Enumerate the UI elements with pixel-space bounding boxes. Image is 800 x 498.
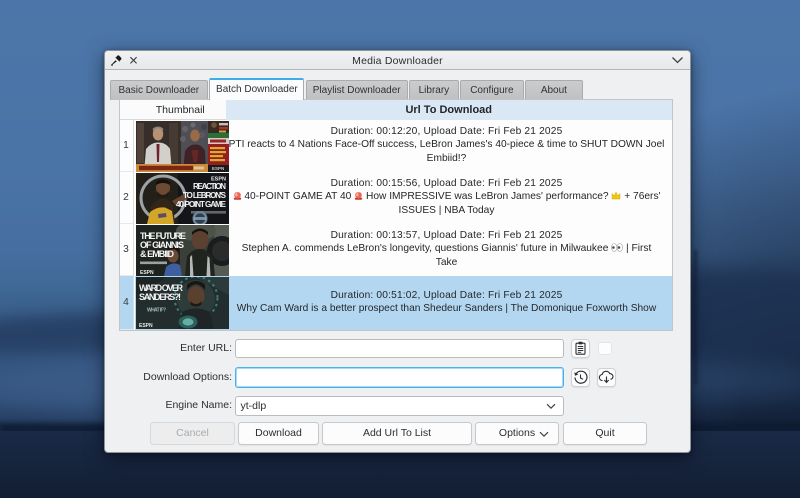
svg-text:REACTION: REACTION	[193, 182, 226, 191]
svg-text:ESPN: ESPN	[140, 270, 154, 276]
svg-text:40-POINT GAME: 40-POINT GAME	[176, 200, 227, 209]
svg-text:WHAT IF?: WHAT IF?	[147, 307, 166, 313]
svg-text:TO LEBRON'S: TO LEBRON'S	[183, 191, 227, 200]
svg-text:ESPN: ESPN	[139, 323, 153, 329]
svg-text:SANDERS?!: SANDERS?!	[139, 292, 181, 302]
svg-text:& EMBIID: & EMBIID	[140, 249, 175, 259]
